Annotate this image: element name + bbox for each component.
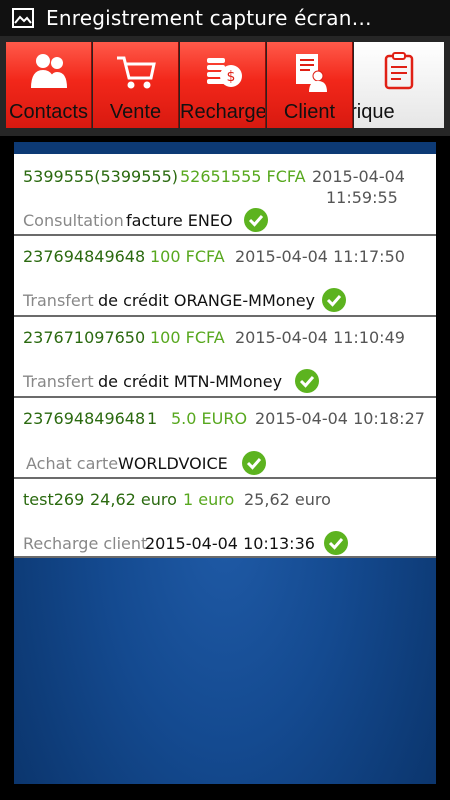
cart-icon <box>116 56 156 89</box>
success-check-icon <box>295 369 319 393</box>
coins-icon: $ <box>206 58 242 87</box>
client-icon <box>295 54 327 92</box>
transaction-datetime: 2015-04-04 11:17:50 <box>235 247 405 266</box>
transaction-detail: WORLDVOICE <box>118 454 228 473</box>
transaction-amount: 5.0 EURO <box>171 409 248 428</box>
transaction-number: 237671097650 <box>23 328 146 347</box>
history-list-container: 5399555(5399555) 52651555 FCFA 2015-04-0… <box>14 142 436 784</box>
transaction-detail: facture ENEO <box>126 211 233 230</box>
tab-label: Contacts <box>9 101 88 123</box>
transaction-row[interactable]: 237671097650 100 FCFA 2015-04-04 11:10:4… <box>14 317 436 398</box>
tab-vente[interactable]: Vente <box>93 42 179 128</box>
svg-text:$: $ <box>226 69 235 85</box>
transaction-datetime: 2015-04-04 11:10:49 <box>235 328 405 347</box>
transaction-row[interactable]: 5399555(5399555) 52651555 FCFA 2015-04-0… <box>14 154 436 236</box>
transaction-number: 237694849648 <box>23 247 146 266</box>
tab-recharge[interactable]: $ Recharge <box>180 42 266 128</box>
transaction-type: Transfert <box>23 372 94 391</box>
transaction-time: 11:59:55 <box>326 188 398 207</box>
tab-label: orique <box>354 101 395 123</box>
tab-contacts[interactable]: Contacts <box>6 42 92 128</box>
list-header-strip <box>14 142 436 154</box>
tab-label: Vente <box>109 101 162 123</box>
tab-client[interactable]: Client <box>267 42 353 128</box>
transaction-type: Achat carte <box>26 454 119 473</box>
success-check-icon <box>324 531 348 555</box>
transaction-number: 237694849648 <box>23 409 146 428</box>
transaction-number: 5399555(5399555) <box>23 167 178 186</box>
balance-after: 25,62 euro <box>244 490 331 509</box>
transaction-amount: 52651555 FCFA <box>180 167 306 186</box>
transaction-client: test269 <box>23 490 85 509</box>
tab-label: Client <box>283 101 336 123</box>
screenshot-icon <box>12 8 34 28</box>
transaction-amount: 1 euro <box>183 490 235 509</box>
notification-title: Enregistrement capture écran… <box>46 6 372 30</box>
transaction-detail: 2015-04-04 10:13:36 <box>145 534 315 553</box>
transaction-type: Consultation <box>23 211 124 230</box>
transaction-datetime: 2015-04-04 10:18:27 <box>255 409 425 428</box>
tab-bar: Contacts Vente $ Recharge Client ique <box>0 36 450 136</box>
transaction-date: 2015-04-04 <box>312 167 405 186</box>
transaction-type: Transfert <box>23 291 94 310</box>
transaction-row[interactable]: 237694849648 100 FCFA 2015-04-04 11:17:5… <box>14 236 436 317</box>
transaction-row[interactable]: 237694849648 1 5.0 EURO 2015-04-04 10:18… <box>14 398 436 479</box>
transaction-amount: 100 FCFA <box>150 247 225 266</box>
success-check-icon <box>322 288 346 312</box>
transaction-row[interactable]: test269 24,62 euro 1 euro 25,62 euro Rec… <box>14 479 436 558</box>
success-check-icon <box>244 208 268 232</box>
history-icon <box>384 52 414 90</box>
success-check-icon <box>242 451 266 475</box>
transaction-amount: 100 FCFA <box>150 328 225 347</box>
transaction-quantity: 1 <box>147 409 158 428</box>
balance-before: 24,62 euro <box>90 490 177 509</box>
transaction-detail: de crédit ORANGE-MMoney <box>98 291 316 310</box>
contacts-icon <box>30 54 67 88</box>
tab-label: Recharge <box>180 101 266 123</box>
tab-historique[interactable]: orique <box>354 42 444 128</box>
transaction-detail: de crédit MTN-MMoney <box>98 372 283 391</box>
status-bar: Enregistrement capture écran… <box>0 0 450 36</box>
transaction-type: Recharge client <box>23 534 148 553</box>
